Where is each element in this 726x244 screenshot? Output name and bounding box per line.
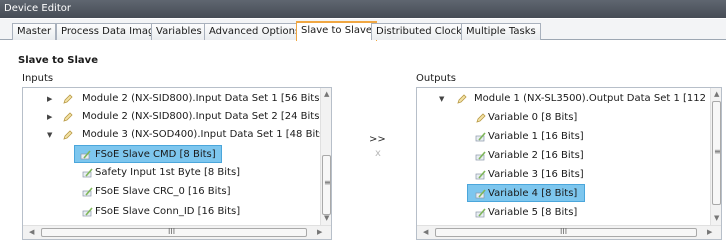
scroll-down-arrow-icon[interactable]: ▼: [324, 214, 329, 222]
scroll-right-arrow-icon[interactable]: ▶: [317, 228, 322, 236]
scroll-left-arrow-icon[interactable]: ◀: [29, 228, 34, 236]
pencil-icon: [457, 94, 467, 104]
tab-slave-to-slave[interactable]: Slave to Slave: [296, 21, 378, 41]
add-mapping-button[interactable]: >>: [369, 134, 386, 145]
collapse-arrow-icon[interactable]: ▼: [439, 90, 444, 108]
tree-row[interactable]: ▶ Module 2 (NX-SID800).Input Data Set 1 …: [33, 90, 323, 108]
tab-advanced-options[interactable]: Advanced Options: [204, 23, 306, 40]
window-title: Device Editor: [0, 0, 726, 18]
tree-row-selected[interactable]: Variable 4 [8 Bits]: [467, 184, 585, 202]
tree-row-selected[interactable]: FSoE Slave CMD [8 Bits]: [74, 145, 222, 163]
tree-row[interactable]: Variable 1 [16 Bits]: [467, 128, 667, 146]
tab-master[interactable]: Master: [12, 23, 57, 40]
variable-icon: [475, 189, 486, 199]
grip-icon: ≡: [714, 147, 721, 156]
variable-icon: [82, 207, 93, 217]
variable-icon: [475, 151, 486, 161]
vertical-scrollbar[interactable]: ▲ ≡ ▼: [320, 88, 331, 225]
pencil-icon: [63, 112, 73, 122]
scroll-left-arrow-icon[interactable]: ◀: [423, 228, 428, 236]
tab-variables[interactable]: Variables: [151, 23, 207, 40]
scroll-up-arrow-icon[interactable]: ▲: [324, 90, 329, 98]
section-title: Slave to Slave: [18, 55, 98, 66]
tree-row[interactable]: Safety Input 1st Byte [8 Bits]: [74, 164, 274, 182]
outputs-label: Outputs: [416, 73, 456, 84]
tree-row[interactable]: ▼ Module 1 (NX-SL3500).Output Data Set 1…: [427, 90, 721, 108]
inputs-tree[interactable]: ▶ Module 2 (NX-SID800).Input Data Set 1 …: [22, 87, 332, 240]
horizontal-scroll-thumb[interactable]: III: [435, 227, 697, 237]
tab-process-data-image[interactable]: Process Data Image: [56, 23, 166, 40]
tab-strip: Master Process Data Image Variables Adva…: [0, 19, 726, 41]
variable-icon: [82, 187, 93, 197]
pencil-icon: [63, 130, 73, 140]
collapse-arrow-icon[interactable]: ▼: [47, 126, 52, 144]
tree-row[interactable]: Variable 3 [16 Bits]: [467, 166, 667, 184]
scroll-down-arrow-icon[interactable]: ▼: [714, 214, 719, 222]
tree-row[interactable]: Variable 0 [8 Bits]: [467, 109, 667, 127]
tree-row[interactable]: Variable 5 [8 Bits]: [467, 204, 667, 222]
expand-arrow-icon[interactable]: ▶: [47, 90, 52, 108]
scroll-right-arrow-icon[interactable]: ▶: [707, 228, 712, 236]
horizontal-scrollbar[interactable]: ◀ III ▶: [23, 225, 331, 239]
tree-row[interactable]: Variable 2 [16 Bits]: [467, 147, 667, 165]
horizontal-scroll-thumb[interactable]: III: [41, 227, 307, 237]
vertical-scroll-thumb[interactable]: ≡: [322, 155, 331, 215]
outputs-tree[interactable]: ▼ Module 1 (NX-SL3500).Output Data Set 1…: [416, 87, 722, 240]
variable-icon: [82, 168, 93, 178]
remove-mapping-button[interactable]: x: [375, 148, 381, 159]
tree-row[interactable]: ▼ Module 3 (NX-SOD400).Input Data Set 1 …: [33, 126, 328, 144]
scroll-up-arrow-icon[interactable]: ▲: [714, 90, 719, 98]
variable-icon: [475, 170, 486, 180]
pencil-icon: [63, 94, 73, 104]
inputs-label: Inputs: [22, 73, 54, 84]
variable-icon: [475, 132, 486, 142]
tree-row[interactable]: FSoE Slave CRC_0 [16 Bits]: [74, 183, 274, 201]
vertical-scroll-thumb[interactable]: ≡: [712, 101, 721, 205]
vertical-scrollbar[interactable]: ▲ ≡ ▼: [710, 88, 721, 225]
grip-icon: ≡: [324, 178, 331, 187]
tree-row[interactable]: ▶ Module 2 (NX-SID800).Input Data Set 2 …: [33, 108, 323, 126]
tree-row[interactable]: FSoE Slave Conn_ID [16 Bits]: [74, 203, 274, 221]
expand-arrow-icon[interactable]: ▶: [47, 108, 52, 126]
horizontal-scrollbar[interactable]: ◀ III ▶: [417, 225, 721, 239]
grip-icon: III: [168, 227, 176, 236]
variable-icon: [80, 150, 91, 160]
variable-icon: [475, 208, 486, 218]
tab-distributed-clocks[interactable]: Distributed Clocks: [371, 23, 473, 40]
grip-icon: III: [560, 227, 568, 236]
pencil-icon: [476, 113, 486, 123]
tab-multiple-tasks[interactable]: Multiple Tasks: [461, 23, 541, 40]
